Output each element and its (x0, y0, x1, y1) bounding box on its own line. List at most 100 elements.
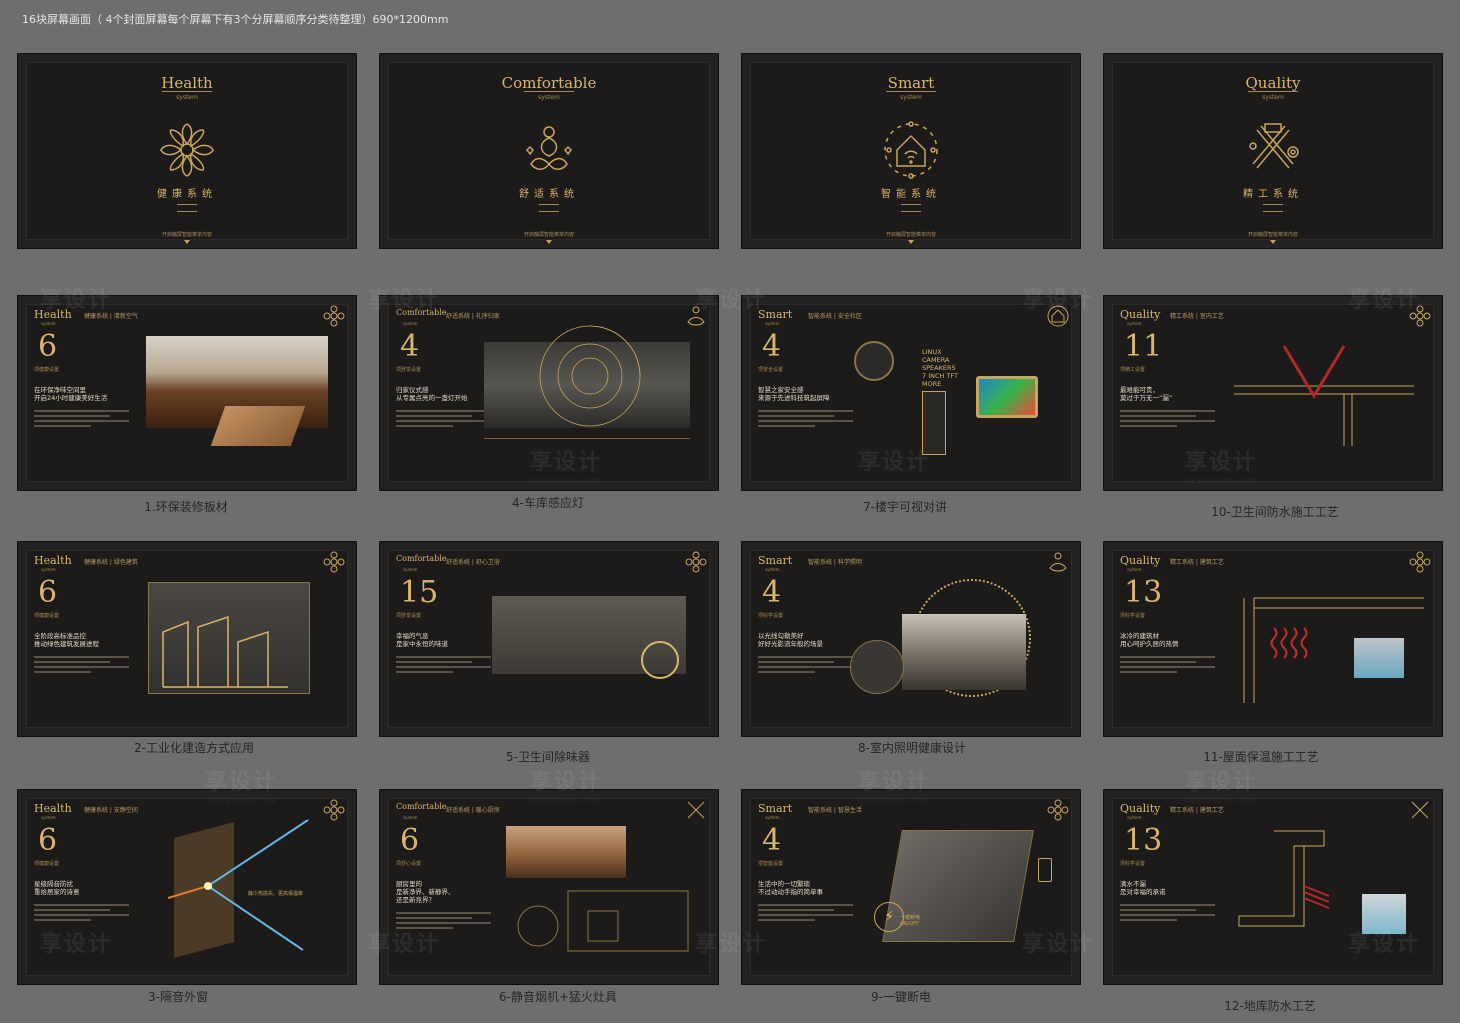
flower-emblem-icon (1047, 799, 1069, 821)
slide-body-text (396, 656, 491, 676)
spec-list: LINUX CAMERA SPEAKERS 7 INCH TFT MORE (922, 348, 959, 388)
slide-heading: 最难能可贵， 莫过于万无一“漏” (1120, 386, 1173, 402)
phone-icon[interactable] (1038, 858, 1052, 882)
slide-number-label: 项科学设置 (1120, 613, 1146, 619)
cover-panel-smart[interactable]: Smart system 智能系统 开启触屏智能菜单内容 (741, 53, 1081, 249)
slide-panel-industrial-build[interactable]: Health system 健康系统 | 绿色建筑 6 项健康设置 全阶段高标准… (17, 541, 357, 737)
slide-panel-kitchen[interactable]: Comfortable system 舒适系统 | 暖心厨房 6 项舒心设置 厨… (379, 789, 719, 985)
slide-series-title: Quality (1120, 554, 1161, 567)
slide-series-title: Health (34, 802, 72, 815)
timeline-bar (484, 438, 690, 457)
lotus-emblem-icon (1049, 552, 1067, 572)
cover-cn-title: 舒适系统 (519, 189, 579, 200)
slide-series-subtitle: system (765, 815, 780, 820)
slide-series-subtitle: system (403, 321, 418, 326)
flower-emblem-icon (1409, 305, 1431, 327)
slide-body-text (758, 904, 853, 924)
cover-panel-comfortable[interactable]: Comfortable system 舒适系统 开启触屏智能菜单内容 (379, 53, 719, 249)
lotus-figure-icon (526, 126, 572, 170)
slide-section: 精工系统 | 室内工艺 (1170, 313, 1224, 320)
cover-title: Health (161, 74, 213, 92)
slide-number-label: 项科学设置 (1120, 861, 1146, 867)
slide-number-label: 项健康设置 (34, 367, 60, 373)
cover-subtitle: system (538, 94, 560, 101)
lotus-emblem-icon (687, 306, 705, 326)
slide-body-text (1120, 410, 1215, 430)
down-arrow-icon[interactable] (184, 240, 190, 244)
slide-series-title: Smart (758, 802, 793, 815)
slide-number: 4 (400, 329, 420, 364)
slide-number-label: 项健康设置 (34, 613, 60, 619)
lounge-chair-circle (850, 640, 904, 694)
cover-footer: 开启触屏智能菜单内容 (885, 232, 936, 238)
ornament (1263, 204, 1283, 212)
slide-number-label: 项安全设置 (758, 367, 784, 373)
slide-number-label: 项舒享设置 (396, 367, 422, 373)
caption: 3-隔音外窗 (148, 990, 208, 1004)
slide-heading: 幸福的气息 是家中永恒的味道 (396, 632, 448, 648)
membrane-sample (1362, 894, 1406, 934)
flower-emblem-icon (1409, 551, 1431, 573)
caption: 12-地库防水工艺 (1224, 999, 1316, 1013)
slide-body-text (34, 904, 129, 924)
slide-heading: 滴水不漏 是对幸福的承诺 (1120, 880, 1166, 896)
down-arrow-icon[interactable] (908, 240, 914, 244)
flower-emblem-icon (323, 305, 345, 327)
ornament (177, 204, 197, 212)
divider (886, 91, 936, 92)
cover-panel-quality[interactable]: Quality system 精工系统 开启触屏智能菜单内容 (1103, 53, 1443, 249)
cover-subtitle: system (1262, 94, 1284, 101)
tools-emblem-icon (1411, 801, 1429, 819)
slide-number: 13 (1124, 575, 1163, 610)
cover-title: Quality (1245, 74, 1301, 92)
down-arrow-icon[interactable] (1270, 240, 1276, 244)
slide-series-subtitle: system (41, 815, 56, 820)
prefab-frame-graphic (162, 615, 288, 688)
camera-module (854, 341, 894, 381)
slide-series-subtitle: system (765, 567, 780, 572)
slide-section: 智能系统 | 智慧生活 (808, 807, 862, 814)
slide-heading: 在环保净味空间里 开启24小时健康美好生活 (34, 386, 108, 402)
cover-subtitle: system (900, 94, 922, 101)
slide-body-text (396, 410, 491, 430)
slide-heading: 星级隔音防扰 重拾居家的诗意 (34, 880, 80, 896)
slide-panel-one-key-power[interactable]: Smart system 智能系统 | 智慧生活 4 项智能设置 生活中的一切繁… (741, 789, 1081, 985)
slide-panel-video-intercom[interactable]: Smart system 智能系统 | 安全社区 4 项安全设置 智慧之家安全感… (741, 295, 1081, 491)
touchscreen-device (976, 376, 1038, 418)
slide-section: 健康系统 | 清新空气 (84, 313, 138, 320)
slide-section: 智能系统 | 安全社区 (808, 313, 862, 320)
divider (524, 91, 574, 92)
slide-body-text (34, 410, 129, 430)
cover-panel-health[interactable]: Health system 健康系统 开启触屏智能菜单内容 (17, 53, 357, 249)
slide-series-title: Comfortable (396, 802, 447, 811)
slide-number: 6 (38, 575, 58, 610)
slide-series-subtitle: system (403, 567, 418, 572)
cover-subtitle: system (176, 94, 198, 101)
flower-icon (160, 123, 214, 177)
slide-panel-bathroom-deodorizer[interactable]: Comfortable system 舒适系统 | 舒心卫浴 15 项舒享设置 … (379, 541, 719, 737)
slide-series-subtitle: system (1127, 321, 1142, 326)
slide-section: 舒适系统 | 暖心厨房 (446, 807, 500, 814)
slide-panel-interior-lighting[interactable]: Smart system 智能系统 | 科学照明 4 项科学设置 以光线勾勒美好… (741, 541, 1081, 737)
slide-series-subtitle: system (41, 567, 56, 572)
slide-panel-bathroom-waterproof[interactable]: Quality system 精工系统 | 室内工艺 11 项精工设置 最难能可… (1103, 295, 1443, 491)
ornament (901, 204, 921, 212)
slide-panel-soundproof-window[interactable]: Health system 健康系统 | 安静空间 6 项健康设置 星级隔音防扰… (17, 789, 357, 985)
cover-footer: 开启触屏智能菜单内容 (1247, 232, 1298, 238)
slide-panel-eco-board[interactable]: Health system 健康系统 | 清新空气 6 项健康设置 在环保净味空… (17, 295, 357, 491)
slide-panel-basement-waterproof[interactable]: Quality system 精工系统 | 建筑工艺 13 项科学设置 滴水不漏… (1103, 789, 1443, 985)
slide-series-title: Comfortable (396, 308, 447, 317)
divider (1248, 91, 1298, 92)
slide-panel-roof-insulation[interactable]: Quality system 精工系统 | 建筑工艺 13 项科学设置 冰冷的建… (1103, 541, 1443, 737)
kitchen-blueprint (517, 890, 689, 952)
slide-heading: 厨房里的 是新净界、新静界、 还是新竞界？ (396, 880, 455, 904)
caption: 11-屋面保温施工工艺 (1203, 750, 1319, 764)
page-header: 16块屏幕画面（ 4个封面屏幕每个屏幕下有3个分屏幕顺序分类待整理）690*12… (22, 13, 449, 26)
wood-board-sample (210, 406, 306, 446)
slide-number: 6 (38, 823, 58, 858)
power-label: 一键断电 ON/OFF (900, 915, 921, 927)
down-arrow-icon[interactable] (546, 240, 552, 244)
slide-panel-garage-light[interactable]: Comfortable system 舒适系统 | 礼序归家 4 项舒享设置 归… (379, 295, 719, 491)
slide-section: 精工系统 | 建筑工艺 (1170, 559, 1224, 566)
slide-series-title: Quality (1120, 802, 1161, 815)
